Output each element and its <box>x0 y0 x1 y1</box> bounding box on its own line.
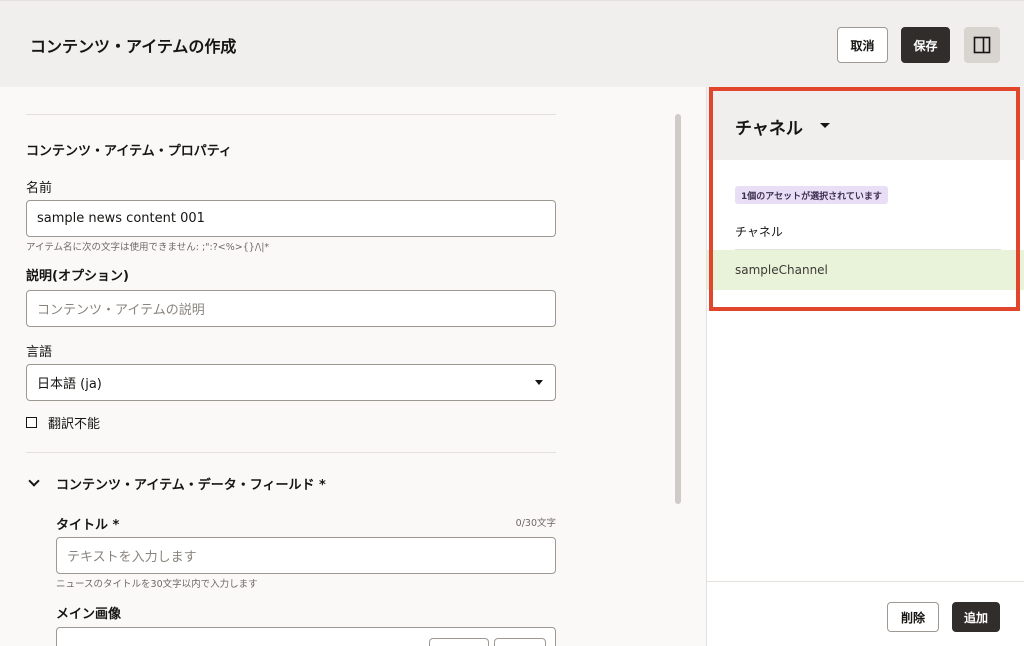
name-label: 名前 <box>26 181 53 196</box>
caret-down-icon <box>535 380 543 385</box>
title-char-counter: 0/30文字 <box>515 518 556 529</box>
selection-badge: 1個のアセットが選択されています <box>735 186 888 204</box>
divider <box>26 452 556 453</box>
panel-header: チャネル <box>707 87 1024 160</box>
image-select-button[interactable] <box>429 638 489 646</box>
name-hint: アイテム名に次の文字は使用できません: ;":?<%>{}/\|* <box>26 242 270 253</box>
name-input[interactable]: sample news content 001 <box>26 200 556 237</box>
divider <box>26 114 556 115</box>
caret-down-icon[interactable] <box>820 123 830 128</box>
non-translatable-checkbox[interactable] <box>26 417 37 428</box>
main-image-label: メイン画像 <box>56 607 122 622</box>
form-scrollbar[interactable] <box>675 114 681 504</box>
page-header: コンテンツ・アイテムの作成 取消 保存 <box>0 0 1024 87</box>
channel-list-header: チャネル <box>735 225 783 239</box>
panel-title[interactable]: チャネル <box>735 114 803 139</box>
panel-toggle-button[interactable] <box>964 27 1000 63</box>
title-input[interactable]: テキストを入力します <box>56 537 556 574</box>
content-item-form: コンテンツ・アイテム・プロパティ 名前 sample news content … <box>0 87 706 646</box>
description-label: 説明(オプション) <box>26 269 129 284</box>
title-hint: ニュースのタイトルを30文字以内で入力します <box>56 579 258 590</box>
main-image-field <box>56 627 556 646</box>
description-input[interactable]: コンテンツ・アイテムの説明 <box>26 290 556 327</box>
channel-panel: チャネル 1個のアセットが選択されています チャネル sampleChannel… <box>706 87 1024 646</box>
cancel-button[interactable]: 取消 <box>837 27 888 63</box>
data-fields-section-title: コンテンツ・アイテム・データ・フィールド * <box>56 478 326 493</box>
image-action-button[interactable] <box>494 638 546 646</box>
language-select-value: 日本語 (ja) <box>37 377 102 392</box>
chevron-down-icon[interactable] <box>28 475 40 487</box>
channel-list-item[interactable]: sampleChannel <box>707 250 1024 290</box>
add-button[interactable]: 追加 <box>952 602 1000 632</box>
page-title: コンテンツ・アイテムの作成 <box>30 37 237 56</box>
divider <box>707 581 1024 582</box>
delete-button[interactable]: 削除 <box>887 602 939 632</box>
non-translatable-row[interactable]: 翻訳不能 <box>26 413 100 432</box>
title-field-label: タイトル * <box>56 518 120 533</box>
language-label: 言語 <box>26 345 53 360</box>
non-translatable-label: 翻訳不能 <box>48 417 101 432</box>
side-panel-icon <box>973 36 991 54</box>
save-button[interactable]: 保存 <box>901 27 950 63</box>
language-select[interactable]: 日本語 (ja) <box>26 364 556 401</box>
properties-section-title: コンテンツ・アイテム・プロパティ <box>26 144 232 159</box>
